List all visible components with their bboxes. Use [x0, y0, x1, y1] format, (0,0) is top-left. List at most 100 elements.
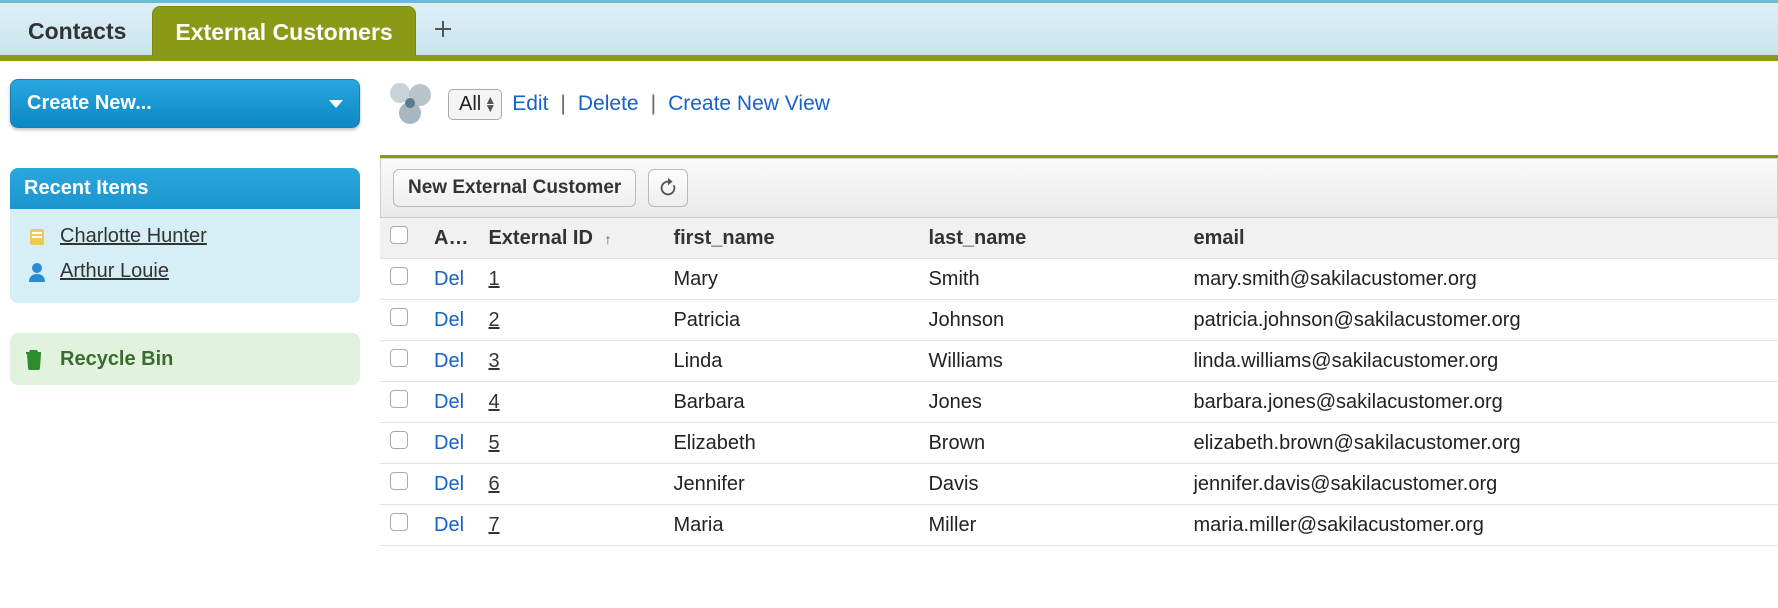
recent-item[interactable]: Arthur Louie	[22, 254, 348, 289]
row-checkbox[interactable]	[390, 349, 408, 367]
row-email: barbara.jones@sakilacustomer.org	[1183, 382, 1778, 423]
delete-row-link[interactable]: Del	[434, 268, 464, 290]
delete-row-link[interactable]: Del	[434, 350, 464, 372]
recent-item[interactable]: Charlotte Hunter	[22, 219, 348, 254]
external-id-link[interactable]: 3	[488, 350, 499, 372]
row-email: patricia.johnson@sakilacustomer.org	[1183, 300, 1778, 341]
recycle-bin-link[interactable]: Recycle Bin	[10, 333, 360, 385]
table-row: Del5ElizabethBrownelizabeth.brown@sakila…	[380, 423, 1778, 464]
row-checkbox-cell	[380, 505, 424, 546]
header-checkbox-cell	[380, 218, 424, 259]
row-checkbox-cell	[380, 464, 424, 505]
recycle-bin-label: Recycle Bin	[60, 348, 173, 371]
new-external-customer-button[interactable]: New External Customer	[393, 169, 636, 207]
row-checkbox[interactable]	[390, 308, 408, 326]
delete-view-link[interactable]: Delete	[578, 92, 639, 116]
tab-external-customers[interactable]: External Customers	[152, 6, 415, 56]
external-id-link[interactable]: 6	[488, 473, 499, 495]
delete-row-link[interactable]: Del	[434, 309, 464, 331]
header-last-name[interactable]: last_name	[918, 218, 1183, 259]
view-filter-row: All ▲▼ Edit | Delete | Create New View	[380, 71, 1778, 155]
tab-add-icon[interactable]	[420, 7, 466, 55]
table-row: Del7MariaMillermaria.miller@sakilacustom…	[380, 505, 1778, 546]
select-arrows-icon: ▲▼	[484, 96, 496, 112]
row-first-name: Mary	[663, 259, 918, 300]
recycle-bin-panel: Recycle Bin	[10, 333, 360, 385]
recycle-icon	[22, 347, 46, 371]
row-checkbox[interactable]	[390, 431, 408, 449]
refresh-icon	[657, 177, 679, 199]
refresh-button[interactable]	[648, 169, 688, 207]
object-icon	[384, 77, 438, 131]
row-email: mary.smith@sakilacustomer.org	[1183, 259, 1778, 300]
delete-row-link[interactable]: Del	[434, 432, 464, 454]
row-last-name: Jones	[918, 382, 1183, 423]
row-email: maria.miller@sakilacustomer.org	[1183, 505, 1778, 546]
separator: |	[560, 92, 565, 116]
external-id-link[interactable]: 2	[488, 309, 499, 331]
external-id-link[interactable]: 5	[488, 432, 499, 454]
row-first-name: Patricia	[663, 300, 918, 341]
external-id-link[interactable]: 1	[488, 268, 499, 290]
header-first-name[interactable]: first_name	[663, 218, 918, 259]
recent-item-label: Arthur Louie	[60, 260, 169, 283]
row-checkbox-cell	[380, 423, 424, 464]
row-checkbox[interactable]	[390, 472, 408, 490]
row-checkbox-cell	[380, 341, 424, 382]
create-new-view-link[interactable]: Create New View	[668, 92, 830, 116]
customers-table: A… External ID ↑ first_name last_name em…	[380, 217, 1778, 546]
card-icon	[26, 226, 48, 248]
row-external-id-cell: 1	[478, 259, 663, 300]
row-checkbox-cell	[380, 300, 424, 341]
row-last-name: Smith	[918, 259, 1183, 300]
row-action-cell: Del	[424, 464, 478, 505]
row-external-id-cell: 5	[478, 423, 663, 464]
row-last-name: Johnson	[918, 300, 1183, 341]
edit-view-link[interactable]: Edit	[512, 92, 548, 116]
delete-row-link[interactable]: Del	[434, 391, 464, 413]
create-new-label: Create New...	[27, 92, 152, 114]
row-last-name: Davis	[918, 464, 1183, 505]
select-all-checkbox[interactable]	[390, 226, 408, 244]
delete-row-link[interactable]: Del	[434, 473, 464, 495]
external-id-link[interactable]: 7	[488, 514, 499, 536]
row-checkbox[interactable]	[390, 267, 408, 285]
row-checkbox-cell	[380, 259, 424, 300]
row-action-cell: Del	[424, 259, 478, 300]
top-tab-bar: Contacts External Customers	[0, 0, 1778, 55]
row-action-cell: Del	[424, 382, 478, 423]
table-header-row: A… External ID ↑ first_name last_name em…	[380, 218, 1778, 259]
delete-row-link[interactable]: Del	[434, 514, 464, 536]
row-email: jennifer.davis@sakilacustomer.org	[1183, 464, 1778, 505]
row-action-cell: Del	[424, 423, 478, 464]
row-external-id-cell: 7	[478, 505, 663, 546]
row-last-name: Williams	[918, 341, 1183, 382]
list-toolbar: New External Customer	[380, 158, 1778, 217]
table-row: Del6JenniferDavisjennifer.davis@sakilacu…	[380, 464, 1778, 505]
header-email[interactable]: email	[1183, 218, 1778, 259]
row-external-id-cell: 2	[478, 300, 663, 341]
header-external-id[interactable]: External ID ↑	[478, 218, 663, 259]
row-email: elizabeth.brown@sakilacustomer.org	[1183, 423, 1778, 464]
tab-contacts[interactable]: Contacts	[6, 6, 148, 55]
view-select[interactable]: All ▲▼	[448, 89, 502, 120]
header-external-id-label: External ID	[488, 227, 592, 249]
external-id-link[interactable]: 4	[488, 391, 499, 413]
table-row: Del 1 MarySmithmary.smith@sakilacustomer.o…	[380, 259, 1778, 300]
recent-items-header: Recent Items	[10, 168, 360, 209]
row-checkbox[interactable]	[390, 513, 408, 531]
header-action[interactable]: A…	[424, 218, 478, 259]
row-last-name: Brown	[918, 423, 1183, 464]
row-external-id-cell: 6	[478, 464, 663, 505]
row-checkbox-cell	[380, 382, 424, 423]
create-new-button[interactable]: Create New...	[10, 79, 360, 128]
row-first-name: Linda	[663, 341, 918, 382]
row-action-cell: Del	[424, 505, 478, 546]
table-row: Del 4 BarbaraJonesbarbara.jones@sakilacust…	[380, 382, 1778, 423]
sidebar: Create New... Recent Items Charlotte Hun…	[0, 61, 370, 425]
view-select-value: All	[459, 93, 481, 115]
row-checkbox[interactable]	[390, 390, 408, 408]
table-row: Del 2 PatriciaJohnsonpatricia.johnson@saki…	[380, 300, 1778, 341]
row-first-name: Barbara	[663, 382, 918, 423]
row-email: linda.williams@sakilacustomer.org	[1183, 341, 1778, 382]
